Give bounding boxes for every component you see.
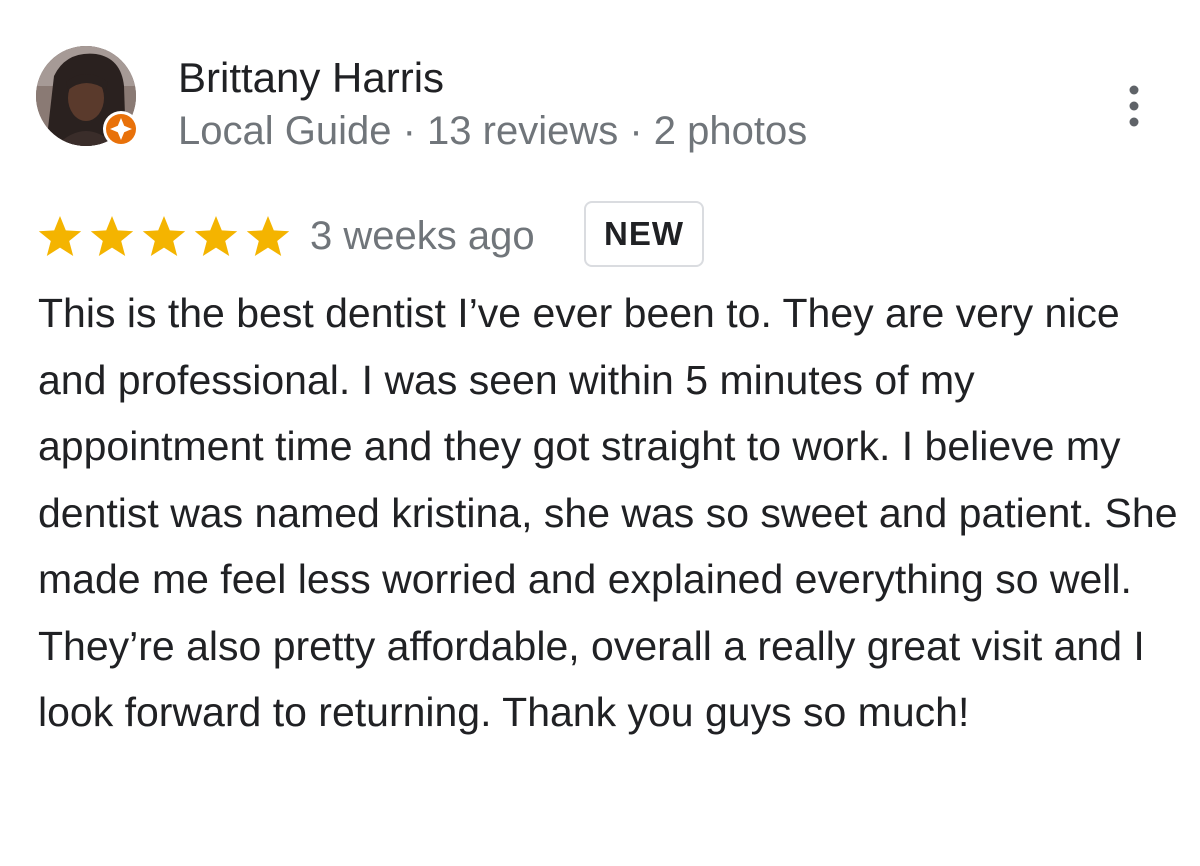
author-name[interactable]: Brittany Harris xyxy=(178,52,444,104)
new-badge: NEW xyxy=(584,201,704,267)
rating-row: 3 weeks ago NEW xyxy=(36,200,1166,272)
review-text: This is the best dentist I’ve ever been … xyxy=(38,290,1178,735)
author-meta: Local Guide · 13 reviews · 2 photos xyxy=(178,109,808,153)
star-icon xyxy=(142,216,186,256)
review-date: 3 weeks ago xyxy=(310,214,535,258)
star-icon xyxy=(90,216,134,256)
more-vert-icon xyxy=(1129,85,1139,127)
star-icon xyxy=(246,216,290,256)
star-rating xyxy=(36,214,292,260)
more-options-button[interactable] xyxy=(1110,82,1158,130)
star-icon xyxy=(38,216,82,256)
local-guide-star-icon xyxy=(102,110,140,148)
star-icon xyxy=(194,216,238,256)
author-avatar[interactable] xyxy=(36,46,140,150)
review-card: Brittany Harris Local Guide · 13 reviews… xyxy=(0,0,1200,866)
